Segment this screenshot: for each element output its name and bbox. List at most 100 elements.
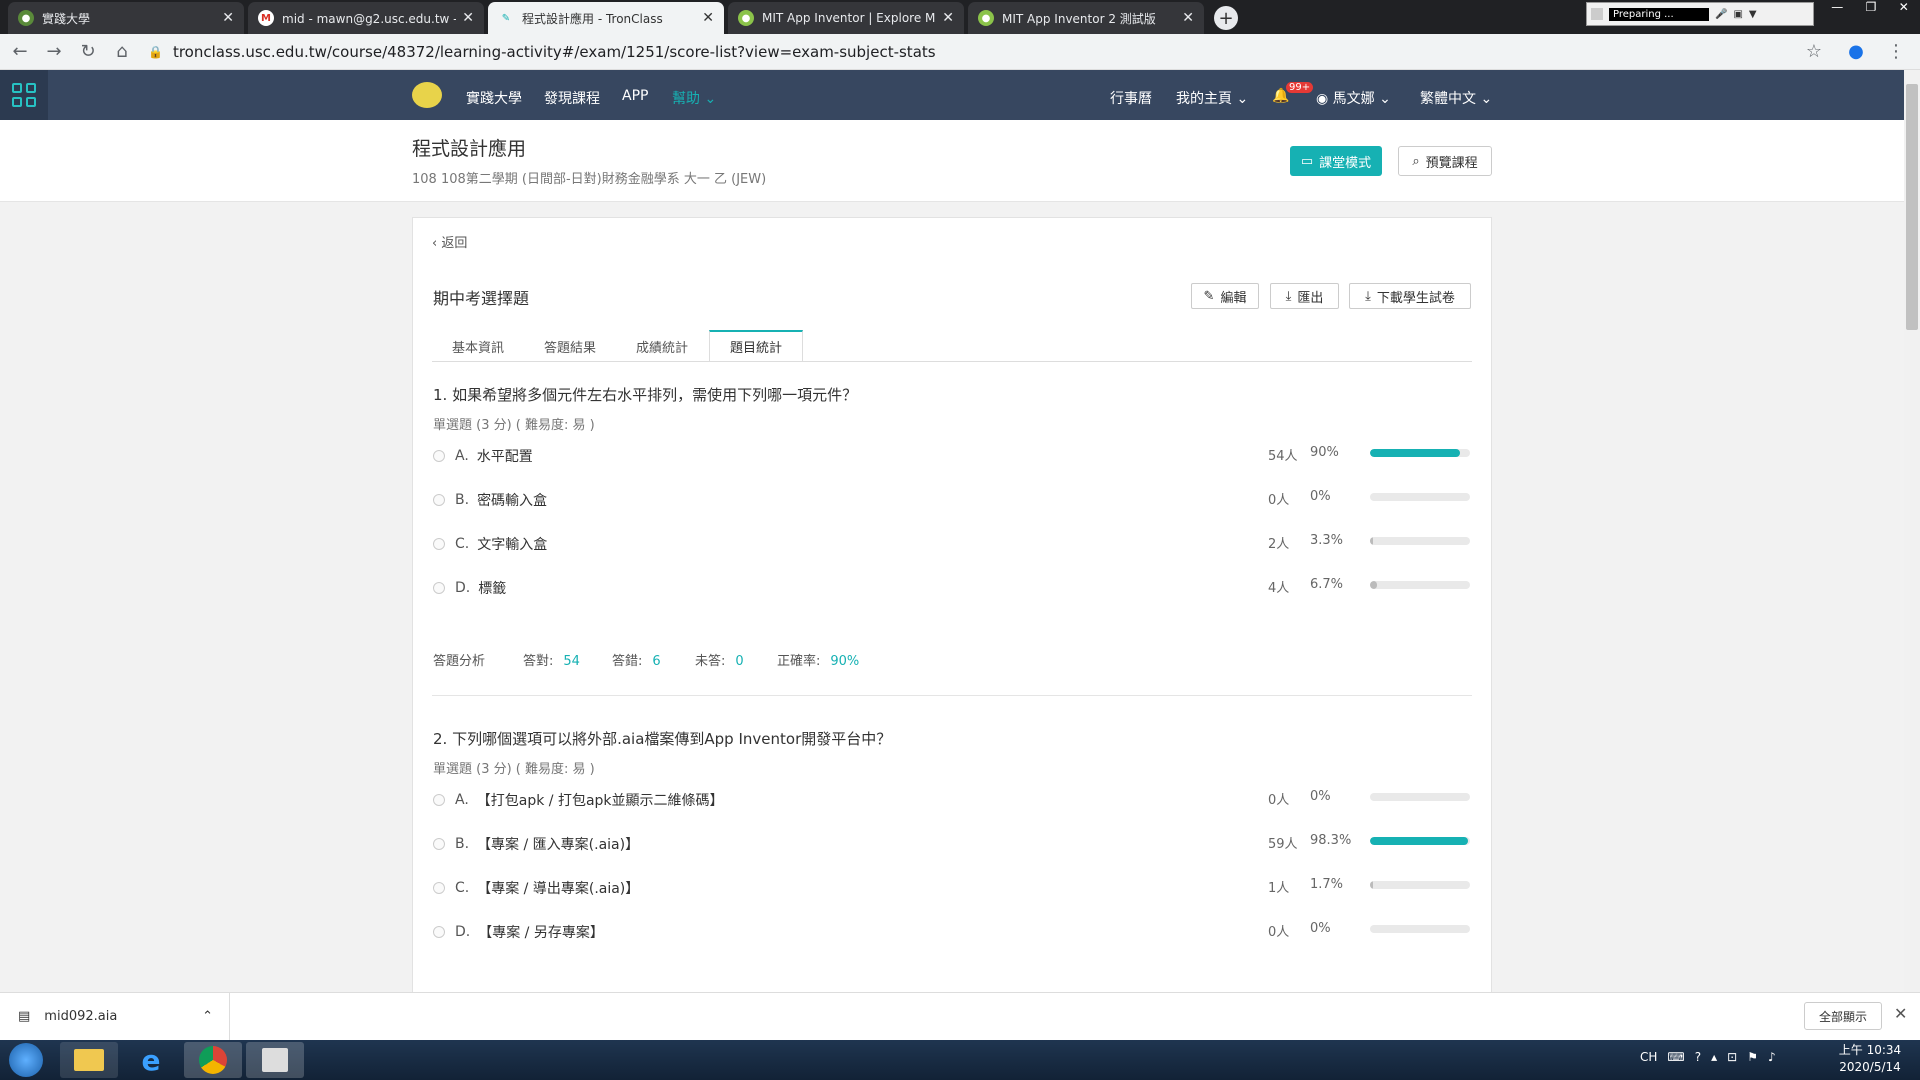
download-item[interactable]: ▤ mid092.aia ⌃: [0, 992, 230, 1040]
correct-value: 54: [563, 654, 580, 669]
option-count: 0人: [1268, 493, 1290, 508]
nav-my-home[interactable]: 我的主頁 ⌄: [1176, 88, 1248, 108]
camera-icon[interactable]: ▣: [1733, 9, 1742, 20]
nav-app[interactable]: APP: [622, 88, 648, 104]
chevron-down-icon: ⌄: [1379, 91, 1391, 107]
download-papers-button[interactable]: ⤓ 下載學生試卷: [1349, 283, 1471, 309]
tab-answer-results[interactable]: 答題結果: [526, 330, 614, 362]
export-button[interactable]: ⤓ 匯出: [1270, 283, 1339, 309]
nav-school[interactable]: 實踐大學: [466, 88, 522, 108]
nav-help[interactable]: 幫助 ⌄: [672, 88, 716, 108]
browser-tab[interactable]: ● MIT App Inventor 2 測試版 ✕: [968, 2, 1204, 34]
close-icon[interactable]: ✕: [1182, 10, 1194, 26]
clock[interactable]: 上午 10:34 2020/5/14: [1830, 1042, 1910, 1076]
option-text: 標籤: [478, 581, 507, 597]
tab-question-stats[interactable]: 題目統計: [709, 330, 803, 362]
analysis-wrong: 答錯: 6: [612, 650, 661, 669]
nav-calendar[interactable]: 行事曆: [1110, 88, 1152, 108]
browser-tab[interactable]: M mid - mawn@g2.usc.edu.tw - 實 ✕: [248, 2, 484, 34]
school-logo-icon[interactable]: [412, 82, 442, 108]
flag-icon[interactable]: ⚑: [1747, 1050, 1758, 1064]
close-icon[interactable]: ✕: [222, 10, 234, 26]
app-grid-icon[interactable]: [0, 70, 48, 120]
profile-icon[interactable]: ●: [1842, 38, 1870, 66]
new-tab-button[interactable]: +: [1214, 6, 1238, 30]
reload-icon[interactable]: ↻: [74, 38, 102, 66]
home-icon[interactable]: ⌂: [108, 38, 136, 66]
avatar: ◉: [1316, 91, 1329, 107]
browser-tab-active[interactable]: ✎ 程式設計應用 - TronClass ✕: [488, 2, 724, 34]
option-progress-bar: [1370, 793, 1470, 801]
ie-icon[interactable]: e: [122, 1042, 180, 1078]
option-row: C. 【專案 / 導出專案(.aia)】: [433, 878, 639, 898]
download-papers-label: 下載學生試卷: [1376, 290, 1455, 306]
close-icon[interactable]: ✕: [702, 10, 714, 26]
scrollbar-thumb[interactable]: [1906, 84, 1918, 330]
option-letter: A.: [455, 448, 469, 464]
star-icon[interactable]: ☆: [1800, 38, 1828, 66]
restore-icon[interactable]: ❐: [1866, 0, 1877, 20]
edit-button[interactable]: ✎ 編輯: [1191, 283, 1259, 309]
language-indicator[interactable]: CH: [1640, 1050, 1657, 1064]
microphone-icon[interactable]: 🎤: [1715, 9, 1727, 20]
option-percent: 0%: [1310, 489, 1331, 504]
radio-icon: [433, 538, 445, 550]
close-window-icon[interactable]: ✕: [1899, 0, 1909, 20]
system-tray: CH ⌨ ? ▴ ⊡ ⚑ ♪: [1640, 1050, 1776, 1064]
option-letter: D.: [455, 580, 471, 596]
option-row: C. 文字輸入盒: [433, 534, 547, 554]
app-window-icon[interactable]: [246, 1042, 304, 1078]
url-field[interactable]: 🔒 tronclass.usc.edu.tw/course/48372/lear…: [148, 43, 1794, 61]
explorer-icon[interactable]: [60, 1042, 118, 1078]
network-icon[interactable]: ⊡: [1727, 1050, 1737, 1064]
analysis-correct: 答對: 54: [523, 650, 580, 669]
close-icon[interactable]: ✕: [1894, 1004, 1907, 1023]
minimize-icon[interactable]: —: [1831, 0, 1843, 20]
nav-discover-courses[interactable]: 發現課程: [544, 88, 600, 108]
tab-basic-info[interactable]: 基本資訊: [434, 330, 522, 362]
classroom-mode-button[interactable]: ▭ 課堂模式: [1290, 146, 1382, 176]
option-letter: B.: [455, 492, 470, 508]
start-button[interactable]: [0, 1042, 52, 1078]
show-all-button[interactable]: 全部顯示: [1804, 1002, 1882, 1030]
back-arrow-icon[interactable]: ←: [6, 38, 34, 66]
close-icon[interactable]: ✕: [942, 10, 954, 26]
option-count: 0人: [1268, 925, 1290, 940]
presentation-icon: ▭: [1300, 153, 1314, 169]
recorder-widget[interactable]: Preparing ... 🎤 ▣ ▼: [1586, 2, 1814, 26]
back-link[interactable]: ‹ 返回: [432, 232, 467, 251]
usc-logo-icon: ●: [18, 10, 34, 26]
tab-score-stats[interactable]: 成績統計: [618, 330, 706, 362]
option-percent: 6.7%: [1310, 577, 1344, 592]
preview-course-button[interactable]: ⌕ 預覽課程: [1398, 146, 1492, 176]
progress-fill: [1370, 837, 1469, 845]
language-label: 繁體中文: [1420, 91, 1476, 107]
browser-tab[interactable]: ● 實踐大學 ✕: [8, 2, 244, 34]
export-label: 匯出: [1297, 290, 1324, 306]
chevron-up-icon[interactable]: ⌃: [202, 1009, 213, 1024]
menu-icon[interactable]: ⋮: [1882, 38, 1910, 66]
analysis-label: 答題分析: [433, 654, 486, 669]
language-menu[interactable]: 繁體中文 ⌄: [1420, 88, 1492, 108]
exam-title: 期中考選擇題: [433, 289, 530, 308]
download-bar: [0, 992, 1920, 1040]
progress-fill: [1370, 881, 1373, 889]
keyboard-icon[interactable]: ⌨: [1667, 1050, 1684, 1064]
volume-icon[interactable]: ♪: [1768, 1050, 1776, 1064]
appinventor-icon: ●: [978, 10, 994, 26]
browser-tab[interactable]: ● MIT App Inventor | Explore MIT ✕: [728, 2, 964, 34]
forward-arrow-icon[interactable]: →: [40, 38, 68, 66]
option-progress-bar: [1370, 581, 1470, 589]
question-divider: [432, 695, 1472, 696]
help-icon[interactable]: ?: [1695, 1050, 1701, 1064]
option-percent: 0%: [1310, 789, 1331, 804]
dropdown-icon[interactable]: ▼: [1749, 9, 1757, 20]
tray-expand-icon[interactable]: ▴: [1711, 1050, 1717, 1064]
close-icon[interactable]: ✕: [462, 10, 474, 26]
option-percent: 1.7%: [1310, 877, 1344, 892]
window-controls: — ❐ ✕: [1820, 0, 1920, 20]
tab-title: 實踐大學: [42, 11, 91, 26]
user-menu[interactable]: ◉ 馬文娜 ⌄: [1316, 88, 1391, 108]
address-bar: ← → ↻ ⌂ 🔒 tronclass.usc.edu.tw/course/48…: [0, 34, 1920, 70]
chrome-icon[interactable]: [184, 1042, 242, 1078]
